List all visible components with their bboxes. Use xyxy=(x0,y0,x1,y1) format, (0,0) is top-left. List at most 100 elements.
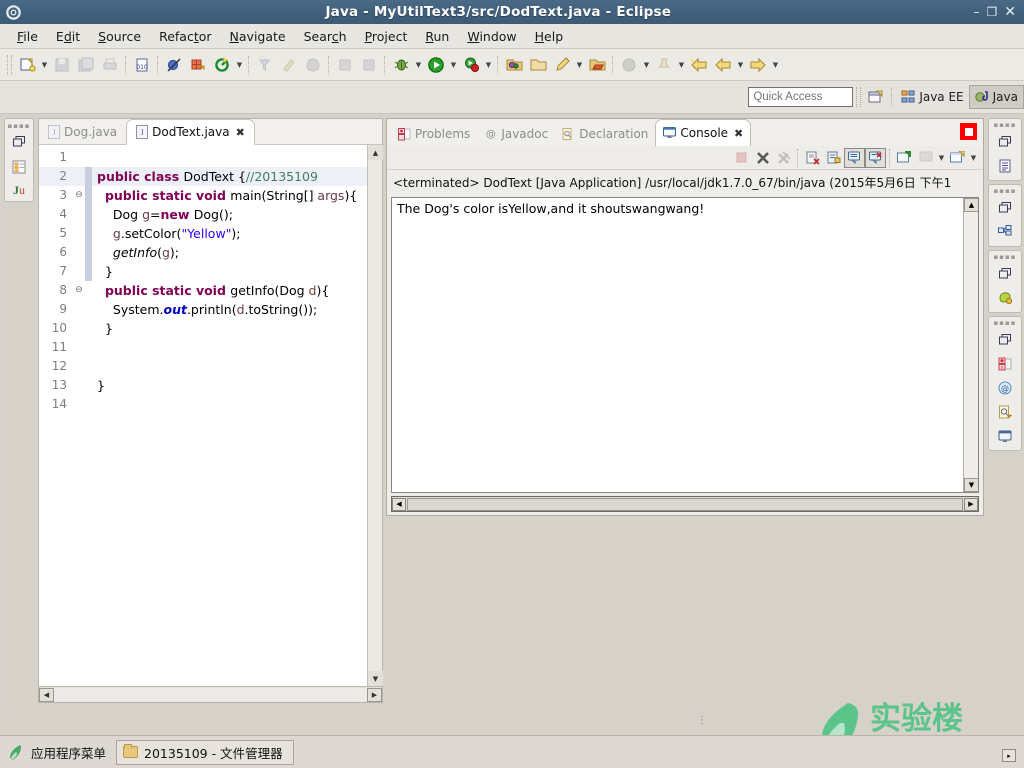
console-vertical-scrollbar[interactable]: ▲ ▼ xyxy=(963,198,978,492)
scroll-up-arrow[interactable]: ▲ xyxy=(368,145,383,160)
editor-tab-dog-java[interactable]: J Dog.java xyxy=(39,120,126,144)
forward-arrow[interactable]: ▼ xyxy=(735,54,746,76)
terminate-button[interactable] xyxy=(960,123,977,140)
code-line[interactable]: 11 xyxy=(39,338,382,357)
search-input[interactable] xyxy=(748,87,854,107)
editor-horizontal-scrollbar[interactable]: ◀ ▶ xyxy=(39,686,382,702)
new-dropdown-arrow[interactable]: ▼ xyxy=(39,54,50,76)
back-icon[interactable] xyxy=(688,54,710,76)
tab-declaration[interactable]: Declaration xyxy=(555,122,655,146)
fold-toggle-icon[interactable]: ⊖ xyxy=(73,281,85,300)
drag-handle-dots[interactable]: ▪▪▪▪ xyxy=(994,187,1017,195)
new-java-package-icon[interactable] xyxy=(187,54,209,76)
show-console-on-output-icon[interactable] xyxy=(844,147,865,168)
open-editor-icon[interactable] xyxy=(586,54,608,76)
run-external-tools-icon[interactable] xyxy=(460,54,482,76)
scroll-down-arrow[interactable]: ▼ xyxy=(368,671,383,686)
code-line[interactable]: 10 } xyxy=(39,319,382,338)
build-project-icon[interactable] xyxy=(358,54,380,76)
perspective-java-ee[interactable]: Java EE xyxy=(896,85,968,109)
code-line[interactable]: 13} xyxy=(39,376,382,395)
open-perspective-icon[interactable] xyxy=(864,86,888,108)
fold-toggle-icon[interactable]: ⊖ xyxy=(73,186,85,205)
task-list-icon[interactable] xyxy=(994,221,1016,243)
console-icon[interactable] xyxy=(994,425,1016,447)
taskbar-item-file-manager[interactable]: 20135109 - 文件管理器 xyxy=(116,739,294,765)
restore-icon[interactable] xyxy=(994,263,1016,285)
problems-icon[interactable]: x xyxy=(994,353,1016,375)
drag-handle-dots[interactable]: ▪▪▪▪ xyxy=(994,319,1017,327)
declaration-icon[interactable] xyxy=(994,401,1016,423)
menu-refactor[interactable]: Refactor xyxy=(150,26,220,47)
clear-console-icon[interactable] xyxy=(802,148,823,168)
remove-launch-icon[interactable] xyxy=(752,148,773,168)
code-line[interactable]: 4 Dog g=new Dog(); xyxy=(39,205,382,224)
code-line[interactable]: 7 } xyxy=(39,262,382,281)
code-line[interactable]: 6 getInfo(g); xyxy=(39,243,382,262)
forward-icon[interactable] xyxy=(712,54,734,76)
display-console-arrow[interactable]: ▼ xyxy=(936,147,947,169)
editor-tab-dodtext-java[interactable]: J DodText.java ✖ xyxy=(126,119,255,145)
code-area[interactable]: 1 2 public class DodText {//20135109 3 ⊖ pub… xyxy=(39,145,382,675)
javadoc-icon[interactable]: @ xyxy=(994,377,1016,399)
terminate-icon[interactable] xyxy=(731,148,752,168)
build-all-icon[interactable] xyxy=(334,54,356,76)
coverage-arrow[interactable]: ▼ xyxy=(641,54,652,76)
external-tools-icon[interactable] xyxy=(211,54,233,76)
pin-arrow[interactable]: ▼ xyxy=(676,54,687,76)
drag-handle-dots[interactable]: ▪▪▪▪ xyxy=(994,253,1017,261)
scroll-right-arrow[interactable]: ▶ xyxy=(964,497,978,511)
close-icon[interactable]: ✖ xyxy=(236,126,245,139)
run-icon[interactable] xyxy=(425,54,447,76)
close-icon[interactable]: ✖ xyxy=(734,127,743,140)
console-output-area[interactable]: The Dog's color isYellow,and it shoutswa… xyxy=(391,197,979,493)
editor-vertical-scrollbar[interactable]: ▲ ▼ xyxy=(367,145,383,686)
annotation-arrow[interactable]: ▼ xyxy=(574,54,585,76)
external-tools-arrow[interactable]: ▼ xyxy=(234,54,245,76)
coverage-icon[interactable] xyxy=(618,54,640,76)
pin-editor-icon[interactable] xyxy=(653,54,675,76)
code-line[interactable]: 3 ⊖ public static void main(String[] args… xyxy=(39,186,382,205)
junit-icon[interactable]: Ju xyxy=(8,179,30,201)
toggle-numbers-icon[interactable]: 010 xyxy=(131,54,153,76)
restore-icon[interactable] xyxy=(8,132,30,154)
applications-menu-button[interactable]: 应用程序菜单 xyxy=(8,743,106,762)
scroll-right-arrow[interactable]: ▶ xyxy=(367,687,382,702)
search-icon[interactable] xyxy=(254,54,276,76)
remove-all-terminated-icon[interactable] xyxy=(773,148,794,168)
next-annotation-icon[interactable] xyxy=(747,54,769,76)
display-selected-console-icon[interactable] xyxy=(915,148,936,168)
code-line[interactable]: 14 xyxy=(39,395,382,414)
skip-breakpoints-icon[interactable] xyxy=(163,54,185,76)
debug-arrow[interactable]: ▼ xyxy=(413,54,424,76)
open-console-icon[interactable] xyxy=(947,148,968,168)
quick-access-grip[interactable] xyxy=(856,87,862,107)
code-line[interactable]: 12 xyxy=(39,357,382,376)
show-console-on-error-icon[interactable] xyxy=(865,147,886,168)
code-line[interactable]: 5 g.setColor("Yellow"); xyxy=(39,224,382,243)
scroll-down-arrow[interactable]: ▼ xyxy=(964,478,978,492)
code-line[interactable]: 2 public class DodText {//20135109 xyxy=(39,167,382,186)
package-explorer-icon[interactable] xyxy=(8,156,30,178)
tab-problems[interactable]: Problems xyxy=(391,122,477,146)
code-line[interactable]: 8 ⊖ public static void getInfo(Dog d){ xyxy=(39,281,382,300)
maximize-button[interactable]: ❐ xyxy=(987,6,998,18)
scroll-thumb[interactable] xyxy=(407,497,963,511)
scroll-up-arrow[interactable]: ▲ xyxy=(964,198,978,212)
code-line[interactable]: 9 System.out.println(d.toString()); xyxy=(39,300,382,319)
run-arrow[interactable]: ▼ xyxy=(448,54,459,76)
scroll-left-arrow[interactable]: ◀ xyxy=(392,497,406,511)
pin-console-icon[interactable] xyxy=(894,148,915,168)
annotation-icon[interactable] xyxy=(551,54,573,76)
restore-icon[interactable] xyxy=(994,131,1016,153)
perspective-java[interactable]: Java xyxy=(968,85,1024,109)
close-button[interactable]: ✕ xyxy=(1004,5,1016,19)
open-package-icon[interactable] xyxy=(527,54,549,76)
restore-icon[interactable] xyxy=(994,329,1016,351)
console-horizontal-scrollbar[interactable]: ◀ ▶ xyxy=(391,496,979,512)
menu-help[interactable]: Help xyxy=(526,26,573,47)
open-task-icon[interactable] xyxy=(302,54,324,76)
menu-project[interactable]: Project xyxy=(356,26,417,47)
open-console-arrow[interactable]: ▼ xyxy=(968,147,979,169)
print-icon[interactable] xyxy=(99,54,121,76)
